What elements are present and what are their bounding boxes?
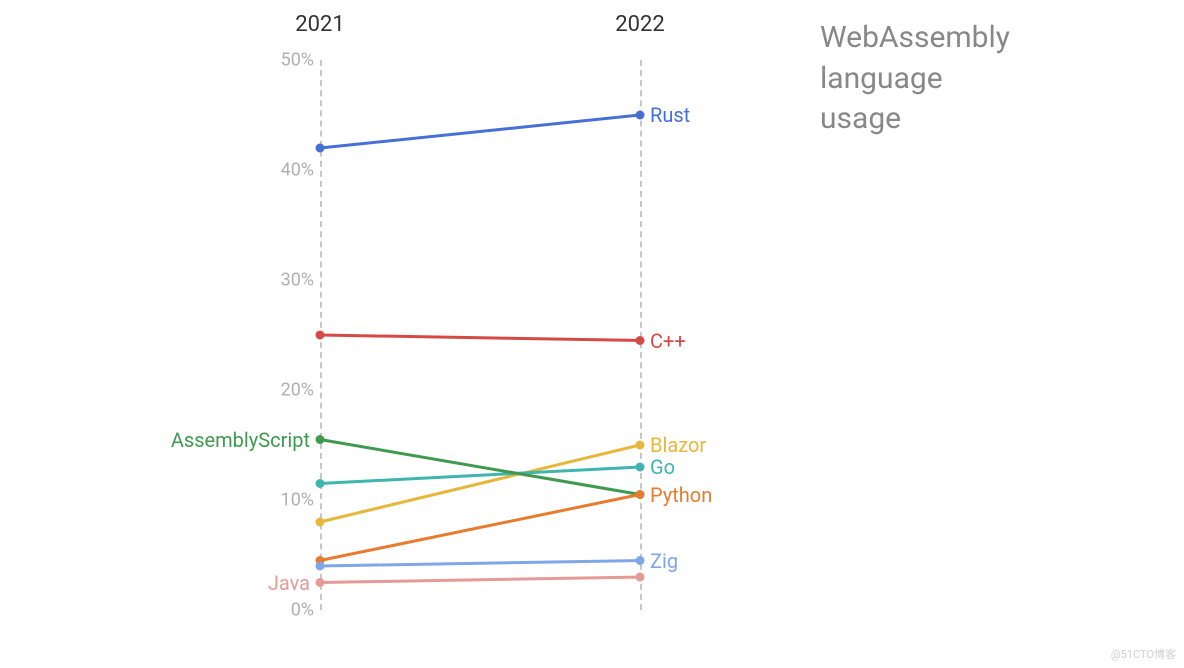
series-point <box>316 435 325 444</box>
series-label-zig: Zig <box>650 549 678 573</box>
series-label-blazor: Blazor <box>650 433 706 457</box>
series-point <box>636 490 645 499</box>
y-tick-label: 10% <box>268 490 314 511</box>
series-label-python: Python <box>650 483 712 507</box>
series-point <box>316 518 325 527</box>
gridline-2022 <box>640 60 642 610</box>
series-label-java: Java <box>268 571 310 595</box>
y-tick-label: 0% <box>268 600 314 621</box>
series-point <box>636 111 645 120</box>
series-point <box>316 562 325 571</box>
watermark: @51CTO博客 <box>1111 646 1176 662</box>
y-tick-label: 30% <box>268 270 314 291</box>
y-tick-label: 50% <box>268 50 314 71</box>
series-point <box>636 573 645 582</box>
y-tick-label: 20% <box>268 380 314 401</box>
x-label-2022: 2022 <box>615 12 664 37</box>
series-point <box>636 463 645 472</box>
series-point <box>316 144 325 153</box>
series-line-rust <box>320 115 640 148</box>
series-point <box>636 556 645 565</box>
series-label-go: Go <box>650 455 675 479</box>
y-tick-label: 40% <box>268 160 314 181</box>
series-point <box>636 441 645 450</box>
title-line-2: language <box>820 61 943 96</box>
series-line-blazor <box>320 445 640 522</box>
series-line-zig <box>320 561 640 567</box>
series-label-assemblyscript: AssemblyScript <box>171 428 310 452</box>
series-point <box>316 331 325 340</box>
title-line-3: usage <box>820 101 901 136</box>
x-label-2021: 2021 <box>295 12 344 37</box>
series-point <box>316 479 325 488</box>
title-line-1: WebAssembly <box>820 20 1010 55</box>
series-line-assemblyscript <box>320 440 640 495</box>
series-line-java <box>320 577 640 583</box>
series-line-go <box>320 467 640 484</box>
series-point <box>316 578 325 587</box>
series-label-c++: C++ <box>650 329 686 353</box>
chart-title: WebAssembly language usage <box>820 18 1010 140</box>
series-line-python <box>320 495 640 561</box>
series-point <box>636 336 645 345</box>
series-label-rust: Rust <box>650 103 690 127</box>
chart-lines <box>320 60 640 610</box>
series-line-c++ <box>320 335 640 341</box>
